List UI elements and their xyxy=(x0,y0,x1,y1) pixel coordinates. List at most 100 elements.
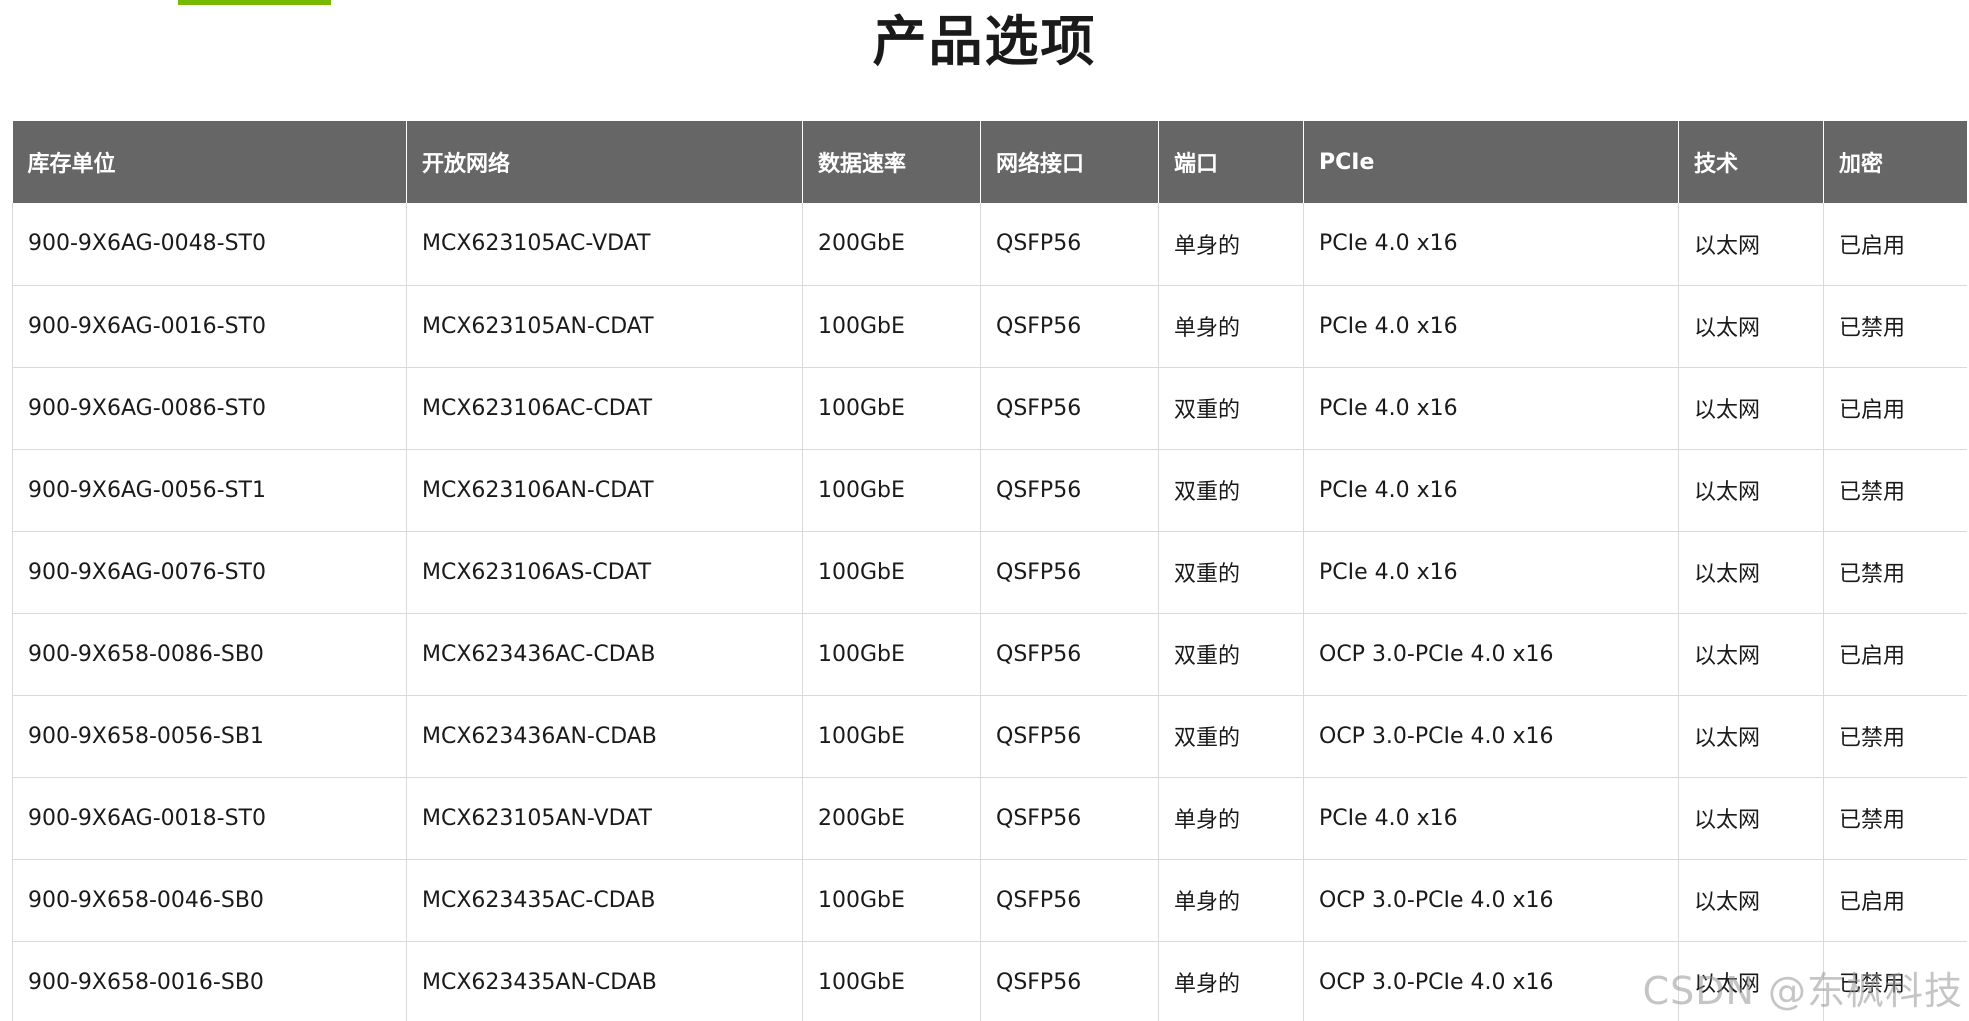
cell-sku: 900-9X6AG-0016-ST0 xyxy=(12,285,407,368)
cell-ports: 双重的 xyxy=(1158,449,1304,532)
header-open-network: 开放网络 xyxy=(406,121,803,203)
cell-technology: 以太网 xyxy=(1678,203,1824,286)
product-options-table: 库存单位 开放网络 数据速率 网络接口 端口 PCIe 技术 加密 900-9X… xyxy=(12,121,1967,1021)
cell-pcie: PCIe 4.0 x16 xyxy=(1303,531,1679,614)
cell-pcie: OCP 3.0-PCIe 4.0 x16 xyxy=(1303,613,1679,696)
cell-data-rate: 100GbE xyxy=(802,613,981,696)
cell-open-network: MCX623106AC-CDAT xyxy=(406,367,803,450)
cell-data-rate: 200GbE xyxy=(802,203,981,286)
cell-encryption: 已禁用 xyxy=(1823,449,1967,532)
cell-ports: 单身的 xyxy=(1158,941,1304,1021)
cell-sku: 900-9X6AG-0076-ST0 xyxy=(12,531,407,614)
cell-encryption: 已启用 xyxy=(1823,203,1967,286)
cell-data-rate: 100GbE xyxy=(802,531,981,614)
table-row: 900-9X6AG-0018-ST0 MCX623105AN-VDAT 200GbE… xyxy=(12,777,1967,860)
cell-pcie: OCP 3.0-PCIe 4.0 x16 xyxy=(1303,859,1679,942)
cell-network-interface: QSFP56 xyxy=(980,531,1159,614)
cell-network-interface: QSFP56 xyxy=(980,449,1159,532)
cell-encryption: 已禁用 xyxy=(1823,695,1967,778)
cell-ports: 双重的 xyxy=(1158,531,1304,614)
cell-network-interface: QSFP56 xyxy=(980,941,1159,1021)
cell-sku: 900-9X6AG-0086-ST0 xyxy=(12,367,407,450)
cell-ports: 双重的 xyxy=(1158,695,1304,778)
cell-open-network: MCX623105AN-CDAT xyxy=(406,285,803,368)
cell-pcie: PCIe 4.0 x16 xyxy=(1303,449,1679,532)
cell-sku: 900-9X658-0086-SB0 xyxy=(12,613,407,696)
table-row: 900-9X6AG-0076-ST0 MCX623106AS-CDAT 100GbE… xyxy=(12,531,1967,614)
table-row: 900-9X658-0016-SB0 MCX623435AN-CDAB 100GbE… xyxy=(12,941,1967,1021)
cell-ports: 单身的 xyxy=(1158,777,1304,860)
table-body: 900-9X6AG-0048-ST0 MCX623105AC-VDAT 200GbE… xyxy=(12,203,1967,1021)
header-pcie: PCIe xyxy=(1303,121,1679,203)
cell-encryption: 已禁用 xyxy=(1823,777,1967,860)
cell-encryption: 已启用 xyxy=(1823,613,1967,696)
cell-open-network: MCX623436AC-CDAB xyxy=(406,613,803,696)
page-title: 产品选项 xyxy=(872,10,1097,73)
cell-encryption: 已禁用 xyxy=(1823,285,1967,368)
cell-pcie: PCIe 4.0 x16 xyxy=(1303,285,1679,368)
cell-pcie: PCIe 4.0 x16 xyxy=(1303,777,1679,860)
cell-technology: 以太网 xyxy=(1678,531,1824,614)
cell-data-rate: 100GbE xyxy=(802,695,981,778)
cell-network-interface: QSFP56 xyxy=(980,613,1159,696)
cell-ports: 双重的 xyxy=(1158,367,1304,450)
cell-ports: 单身的 xyxy=(1158,203,1304,286)
cell-sku: 900-9X658-0016-SB0 xyxy=(12,941,407,1021)
cell-technology: 以太网 xyxy=(1678,613,1824,696)
header-encryption: 加密 xyxy=(1823,121,1967,203)
cell-open-network: MCX623435AN-CDAB xyxy=(406,941,803,1021)
cell-pcie: OCP 3.0-PCIe 4.0 x16 xyxy=(1303,695,1679,778)
cell-data-rate: 200GbE xyxy=(802,777,981,860)
cell-network-interface: QSFP56 xyxy=(980,859,1159,942)
cell-encryption: 已启用 xyxy=(1823,859,1967,942)
cell-data-rate: 100GbE xyxy=(802,367,981,450)
cell-open-network: MCX623105AC-VDAT xyxy=(406,203,803,286)
cell-data-rate: 100GbE xyxy=(802,941,981,1021)
cell-pcie: PCIe 4.0 x16 xyxy=(1303,203,1679,286)
cell-data-rate: 100GbE xyxy=(802,285,981,368)
cell-open-network: MCX623436AN-CDAB xyxy=(406,695,803,778)
cell-network-interface: QSFP56 xyxy=(980,695,1159,778)
cell-data-rate: 100GbE xyxy=(802,859,981,942)
cell-data-rate: 100GbE xyxy=(802,449,981,532)
cell-network-interface: QSFP56 xyxy=(980,367,1159,450)
cell-technology: 以太网 xyxy=(1678,285,1824,368)
cell-technology: 以太网 xyxy=(1678,695,1824,778)
cell-open-network: MCX623106AN-CDAT xyxy=(406,449,803,532)
cell-sku: 900-9X658-0046-SB0 xyxy=(12,859,407,942)
table-row: 900-9X658-0086-SB0 MCX623436AC-CDAB 100GbE… xyxy=(12,613,1967,696)
cell-open-network: MCX623105AN-VDAT xyxy=(406,777,803,860)
table-row: 900-9X658-0046-SB0 MCX623435AC-CDAB 100GbE… xyxy=(12,859,1967,942)
table-row: 900-9X6AG-0086-ST0 MCX623106AC-CDAT 100GbE… xyxy=(12,367,1967,450)
header-technology: 技术 xyxy=(1678,121,1824,203)
cell-network-interface: QSFP56 xyxy=(980,203,1159,286)
cell-sku: 900-9X658-0056-SB1 xyxy=(12,695,407,778)
cell-network-interface: QSFP56 xyxy=(980,777,1159,860)
cell-encryption: 已禁用 xyxy=(1823,531,1967,614)
cell-technology: 以太网 xyxy=(1678,941,1824,1021)
cell-encryption: 已启用 xyxy=(1823,367,1967,450)
header-ports: 端口 xyxy=(1158,121,1304,203)
product-options-table-container: 库存单位 开放网络 数据速率 网络接口 端口 PCIe 技术 加密 900-9X… xyxy=(12,121,1967,1021)
cell-ports: 单身的 xyxy=(1158,285,1304,368)
cell-sku: 900-9X6AG-0056-ST1 xyxy=(12,449,407,532)
header-sku: 库存单位 xyxy=(12,121,407,203)
cell-sku: 900-9X6AG-0048-ST0 xyxy=(12,203,407,286)
cell-encryption: 已禁用 xyxy=(1823,941,1967,1021)
cell-pcie: OCP 3.0-PCIe 4.0 x16 xyxy=(1303,941,1679,1021)
cell-network-interface: QSFP56 xyxy=(980,285,1159,368)
table-header-row: 库存单位 开放网络 数据速率 网络接口 端口 PCIe 技术 加密 xyxy=(12,121,1967,203)
cell-open-network: MCX623435AC-CDAB xyxy=(406,859,803,942)
cell-technology: 以太网 xyxy=(1678,777,1824,860)
table-row: 900-9X6AG-0016-ST0 MCX623105AN-CDAT 100GbE… xyxy=(12,285,1967,368)
cell-sku: 900-9X6AG-0018-ST0 xyxy=(12,777,407,860)
cell-ports: 双重的 xyxy=(1158,613,1304,696)
header-data-rate: 数据速率 xyxy=(802,121,981,203)
cell-pcie: PCIe 4.0 x16 xyxy=(1303,367,1679,450)
table-row: 900-9X6AG-0048-ST0 MCX623105AC-VDAT 200GbE… xyxy=(12,203,1967,286)
cell-technology: 以太网 xyxy=(1678,859,1824,942)
cell-open-network: MCX623106AS-CDAT xyxy=(406,531,803,614)
table-row: 900-9X6AG-0056-ST1 MCX623106AN-CDAT 100GbE… xyxy=(12,449,1967,532)
cell-ports: 单身的 xyxy=(1158,859,1304,942)
cell-technology: 以太网 xyxy=(1678,449,1824,532)
